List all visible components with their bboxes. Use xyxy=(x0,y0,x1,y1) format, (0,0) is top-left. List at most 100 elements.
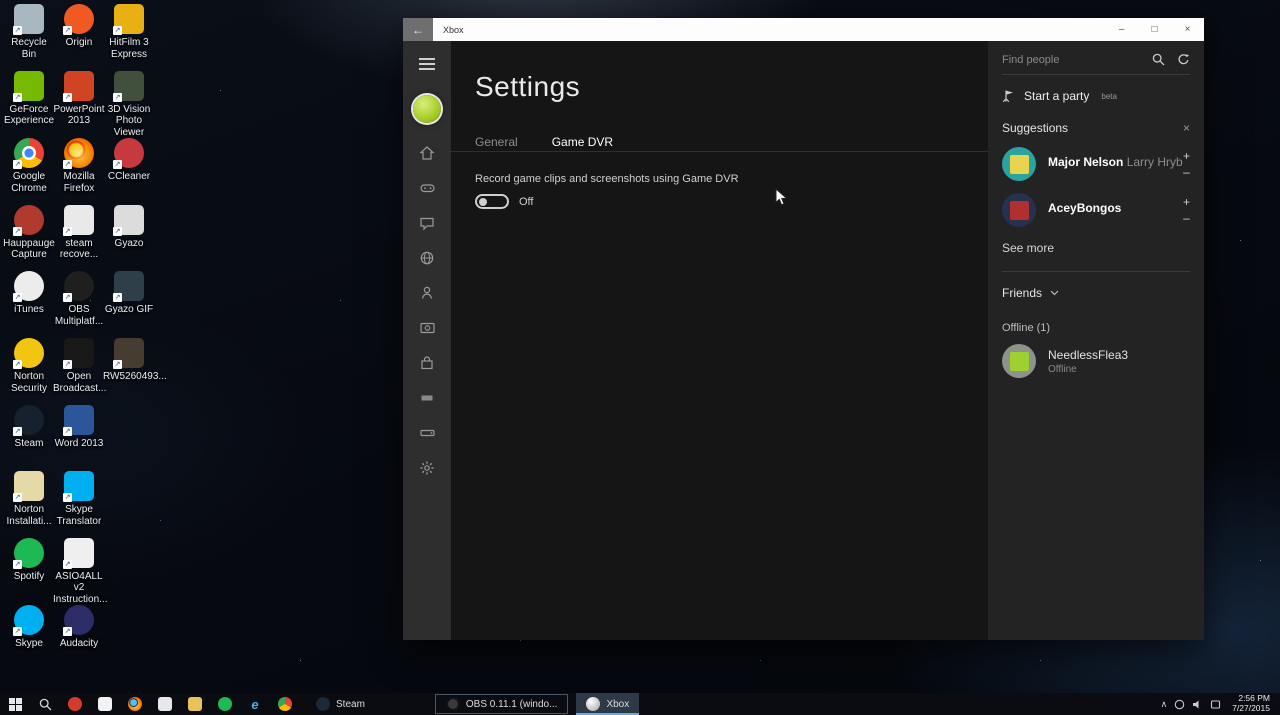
friends-section-header[interactable]: Friends xyxy=(1002,286,1190,300)
refresh-icon[interactable] xyxy=(1177,53,1190,66)
suggestion-row[interactable]: AceyBongos + – xyxy=(1002,193,1190,227)
desktop-icon-label: Steam xyxy=(15,438,44,450)
search-icon[interactable] xyxy=(1152,53,1165,66)
desktop-icon-3d-vision[interactable]: 3D Vision Photo Viewer xyxy=(104,71,154,139)
desktop-icon-steam-recovery[interactable]: steam recove... xyxy=(54,205,104,272)
desktop-icon-norton-install[interactable]: Norton Installati... xyxy=(4,471,54,538)
start-button[interactable] xyxy=(0,693,30,715)
search-divider xyxy=(1002,74,1190,75)
folder-icon xyxy=(14,471,44,501)
gyazo-icon xyxy=(158,697,172,711)
see-more-link[interactable]: See more xyxy=(1002,241,1190,255)
minimize-button[interactable]: – xyxy=(1105,18,1138,41)
desktop-icon-chrome[interactable]: Google Chrome xyxy=(4,138,54,205)
desktop-icon-origin[interactable]: Origin xyxy=(54,4,104,71)
taskbar-button-steam[interactable]: Steam xyxy=(306,693,375,715)
desktop-icon-label: Norton Installati... xyxy=(4,504,54,527)
tray-network-icon[interactable] xyxy=(1174,699,1185,710)
desktop-icon-geforce[interactable]: GeForce Experience xyxy=(4,71,54,139)
tab-general[interactable]: General xyxy=(475,135,518,157)
tab-game-dvr[interactable]: Game DVR xyxy=(552,135,613,157)
chrome-icon xyxy=(278,697,292,711)
desktop-icon-powerpoint[interactable]: PowerPoint 2013 xyxy=(54,71,104,139)
taskbar-file-explorer[interactable] xyxy=(180,693,210,715)
desktop-icon-norton-security[interactable]: Norton Security xyxy=(4,338,54,405)
taskbar-edge[interactable]: e xyxy=(240,693,270,715)
desktop-icon-gyazo[interactable]: Gyazo xyxy=(104,205,154,272)
action-center-icon[interactable] xyxy=(1210,699,1221,710)
window-titlebar: ← Xbox – □ × xyxy=(403,18,1204,41)
close-suggestions-icon[interactable]: × xyxy=(1183,121,1190,135)
desktop-icon-hitfilm[interactable]: HitFilm 3 Express xyxy=(104,4,154,71)
desktop-icon-spotify[interactable]: Spotify xyxy=(4,538,54,606)
desktop-icon-label: Recycle Bin xyxy=(4,37,54,60)
tray-volume-icon[interactable] xyxy=(1192,699,1203,710)
messages-icon[interactable] xyxy=(419,215,435,231)
taskbar-chrome[interactable] xyxy=(270,693,300,715)
game-dvr-toggle[interactable] xyxy=(475,194,509,209)
add-friend-button[interactable]: + xyxy=(1183,149,1190,163)
profile-avatar[interactable] xyxy=(413,95,441,123)
desktop-icon-skype-translator[interactable]: Skype Translator xyxy=(54,471,104,538)
desktop-icon-firefox[interactable]: Mozilla Firefox xyxy=(54,138,104,205)
my-games-icon[interactable] xyxy=(419,180,436,196)
settings-gear-icon[interactable] xyxy=(419,460,435,476)
avatar xyxy=(1002,344,1036,378)
oneguide-icon[interactable] xyxy=(419,390,435,406)
desktop-icon-label: steam recove... xyxy=(54,238,104,261)
desktop-icon-audacity[interactable]: Audacity xyxy=(54,605,104,672)
desktop-icon-recycle-bin[interactable]: Recycle Bin xyxy=(4,4,54,71)
desktop-icon-open-broadcaster[interactable]: Open Broadcast... xyxy=(54,338,104,405)
activity-icon[interactable] xyxy=(419,250,435,266)
game-dvr-icon[interactable] xyxy=(419,320,436,336)
taskbar-firefox[interactable] xyxy=(120,693,150,715)
desktop-icon-rw-image[interactable]: RW5260493... xyxy=(104,338,154,405)
taskbar-gyazo[interactable] xyxy=(150,693,180,715)
suggestion-row[interactable]: Major Nelson Larry Hryb + – xyxy=(1002,147,1190,181)
taskbar-clock[interactable]: 2:56 PM 7/27/2015 xyxy=(1228,694,1274,714)
close-button[interactable]: × xyxy=(1171,18,1204,41)
back-button[interactable]: ← xyxy=(403,18,433,41)
add-friend-button[interactable]: + xyxy=(1183,195,1190,209)
gyazo-gif-icon xyxy=(114,271,144,301)
taskbar-origin[interactable] xyxy=(60,693,90,715)
connect-icon[interactable] xyxy=(419,425,436,441)
dismiss-suggestion-button[interactable]: – xyxy=(1183,211,1190,225)
desktop-icon-itunes[interactable]: iTunes xyxy=(4,271,54,338)
xbox-icon xyxy=(586,697,600,711)
start-party-button[interactable]: Start a party beta xyxy=(1002,89,1190,103)
desktop-icon-obs[interactable]: OBS Multiplatf... xyxy=(54,271,104,338)
start-party-label: Start a party xyxy=(1024,89,1089,103)
hauppauge-icon xyxy=(14,205,44,235)
find-people-search[interactable]: Find people xyxy=(1002,53,1190,66)
desktop-icon-asio4all[interactable]: ASIO4ALL v2 Instruction... xyxy=(54,538,104,606)
taskbar-spotify[interactable] xyxy=(210,693,240,715)
dismiss-suggestion-button[interactable]: – xyxy=(1183,165,1190,179)
desktop-icon-gyazo-gif[interactable]: Gyazo GIF xyxy=(104,271,154,338)
pdf-icon xyxy=(64,538,94,568)
desktop-icon-label: Audacity xyxy=(60,638,98,650)
friend-row[interactable]: NeedlessFlea3 Offline xyxy=(1002,344,1190,378)
maximize-button[interactable]: □ xyxy=(1138,18,1171,41)
tray-expand-icon[interactable]: ∧ xyxy=(1161,699,1168,710)
store-icon[interactable] xyxy=(419,355,435,371)
hamburger-menu-icon[interactable] xyxy=(419,55,435,73)
taskbar-button-obs[interactable]: OBS 0.11.1 (windo... xyxy=(435,694,569,714)
geforce-icon xyxy=(14,71,44,101)
achievements-icon[interactable] xyxy=(419,285,435,301)
taskbar-store[interactable] xyxy=(90,693,120,715)
desktop-icon-label: ASIO4ALL v2 Instruction... xyxy=(53,571,105,606)
hitfilm-icon xyxy=(114,4,144,34)
desktop-icon-word[interactable]: Word 2013 xyxy=(54,405,104,472)
taskbar-button-xbox[interactable]: Xbox xyxy=(576,693,639,715)
settings-pane: Settings General Game DVR Record game cl… xyxy=(451,41,988,640)
offline-group-header: Offline (1) xyxy=(1002,322,1190,334)
desktop-icon-ccleaner[interactable]: CCleaner xyxy=(104,138,154,205)
desktop-icon-steam[interactable]: Steam xyxy=(4,405,54,472)
taskbar-search-button[interactable] xyxy=(30,693,60,715)
desktop-icon-hauppauge[interactable]: Hauppauge Capture xyxy=(4,205,54,272)
desktop-icon-label: Norton Security xyxy=(4,371,54,394)
desktop-icon-skype[interactable]: Skype xyxy=(4,605,54,672)
starfield xyxy=(0,0,1,1)
home-icon[interactable] xyxy=(419,145,435,161)
